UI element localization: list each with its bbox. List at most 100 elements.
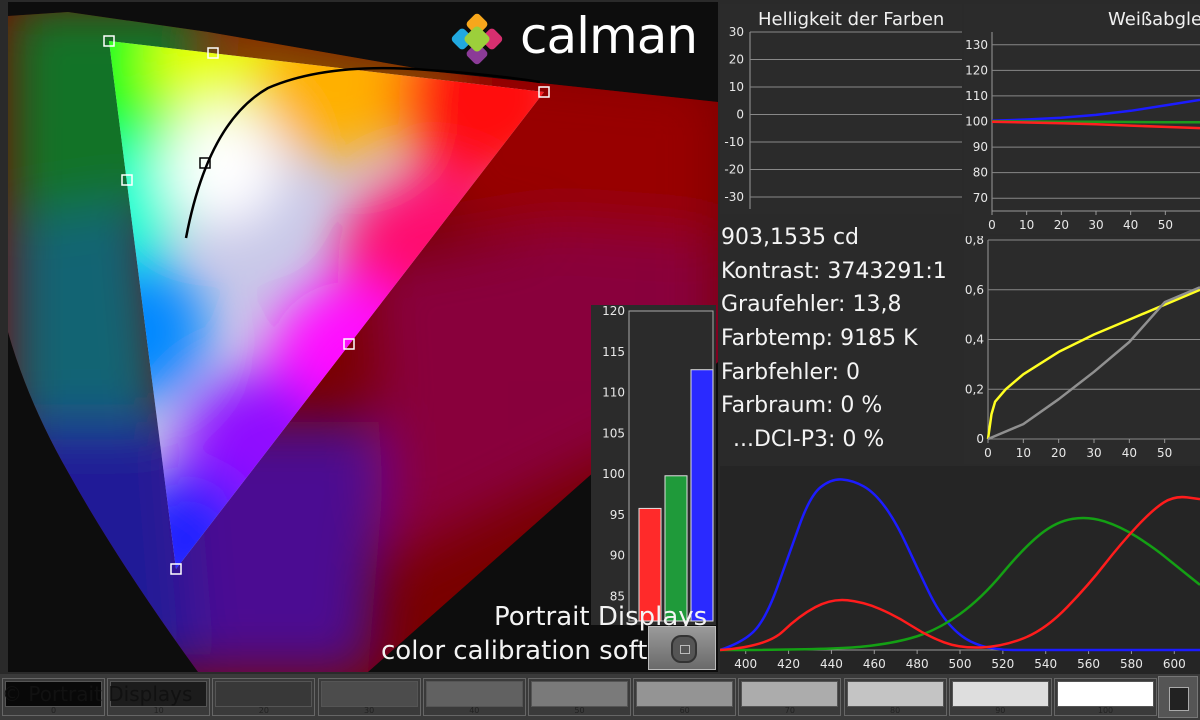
spectrum-chart-svg: 400 420 440 460 480 500 520 540 560 580 600 <box>720 478 1200 671</box>
calman-logo-text: calman <box>520 7 698 65</box>
bright-y-tick-label: -30 <box>724 190 744 204</box>
swatch-label: 10 <box>153 706 164 715</box>
grayscale-swatch-80[interactable]: 80 <box>843 678 947 716</box>
swatch-color <box>1057 681 1154 707</box>
swatch-label: 70 <box>784 706 795 715</box>
grayscale-swatch-60[interactable]: 60 <box>633 678 737 716</box>
bright-y-tick-label: -10 <box>724 135 744 149</box>
watermark-line-2: color calibration soft <box>381 636 648 666</box>
y-tick-label: 0 <box>976 432 984 446</box>
bar-y-tick-label: 110 <box>602 386 625 400</box>
spectrum-x-tick-label: 560 <box>1077 657 1100 671</box>
bar-g <box>664 475 688 622</box>
series-line-0 <box>986 288 1200 440</box>
spectrum-x-tick-label: 400 <box>734 657 757 671</box>
swatch-color <box>951 681 1049 707</box>
rgb-balance-chart: 85 90 95 100 105 110 115 120 <box>591 305 716 625</box>
grayscale-swatch-40[interactable]: 40 <box>422 678 526 716</box>
luminance-readout: 903,1535 cd <box>721 225 860 250</box>
spectrum-x-tick-label: 440 <box>820 657 843 671</box>
grayscale-swatch-90[interactable]: 90 <box>948 678 1052 716</box>
y-tick-label: 0,8 <box>965 236 984 247</box>
bright-y-tick-label: 10 <box>729 80 744 94</box>
x-tick-label: 40 <box>1123 218 1138 232</box>
color-temp-readout: Farbtemp: 9185 K <box>721 326 918 351</box>
bar-y-tick-label: 90 <box>610 549 625 563</box>
swatch-label: 60 <box>679 706 690 715</box>
spectrum-x-tick-label: 460 <box>863 657 886 671</box>
swatch-color <box>425 681 523 707</box>
gamma-chart-svg: 0,8 0,6 0,4 0,2 00 10 20 30 40 50 <box>965 236 1200 460</box>
swatch-label: 80 <box>890 706 901 715</box>
spectrum-x-tick-label: 500 <box>949 657 972 671</box>
bright-y-tick-label: 30 <box>729 25 744 39</box>
swatch-label: 0 <box>50 706 57 715</box>
spectrum-x-tick-label: 600 <box>1163 657 1186 671</box>
bar-y-tick-label: 120 <box>602 305 625 318</box>
rgb-balance-svg: 859095100105110115120 <box>602 305 714 622</box>
x-tick-label: 0 <box>988 218 996 232</box>
swatch-label: 30 <box>364 706 375 715</box>
y-tick-label: 0,2 <box>965 382 984 396</box>
color-error-readout: Farbfehler: 0 <box>721 360 861 385</box>
x-tick-label: 20 <box>1054 218 1069 232</box>
y-tick-label: 0,6 <box>965 283 984 297</box>
series-line-1 <box>987 286 1200 441</box>
x-tick-label: 30 <box>1086 446 1101 460</box>
bar-y-tick-label: 105 <box>602 426 625 440</box>
bar-y-tick-label: 100 <box>602 467 625 481</box>
y-tick-label: 90 <box>973 140 988 154</box>
y-tick-label: 120 <box>965 63 988 77</box>
spectrum-x-tick-label: 580 <box>1120 657 1143 671</box>
bar-b <box>690 369 714 622</box>
spectrum-x-tick-label: 520 <box>991 657 1014 671</box>
gray-error-readout: Graufehler: 13,8 <box>721 292 902 317</box>
bright-y-tick-label: 20 <box>729 53 744 67</box>
y-tick-label: 70 <box>973 191 988 205</box>
whitebalance-chart-panel: Weißabgle 130 120 110 100 90 80 70 0 10 20 30 40 50 <box>964 4 1200 234</box>
whitebalance-chart-svg: 130 120 110 100 90 80 700 10 20 30 40 50 <box>965 32 1200 232</box>
swatch-label: 90 <box>995 706 1006 715</box>
brightness-chart-svg: 30 20 10 0 -10 -20 -30 <box>724 25 962 209</box>
grayscale-swatch-30[interactable]: 30 <box>317 678 421 716</box>
grayscale-swatch-70[interactable]: 70 <box>738 678 842 716</box>
x-tick-label: 10 <box>1019 218 1034 232</box>
grayscale-swatch-bar: 0 10 20 30 40 50 60 70 80 90 100 © Portrait Displa… <box>0 674 1200 720</box>
bright-y-tick-label: 0 <box>736 108 744 122</box>
y-tick-label: 130 <box>965 38 988 52</box>
calman-logo-icon <box>451 13 503 65</box>
contrast-readout: Kontrast: 3743291:1 <box>721 259 947 284</box>
x-tick-label: 20 <box>1051 446 1066 460</box>
brightness-chart-panel: Helligkeit der Farben 30 20 10 0 -10 -20 -30 <box>720 4 962 214</box>
swatch-label: 100 <box>1097 706 1114 715</box>
grayscale-swatch-20[interactable]: 20 <box>212 678 316 716</box>
x-tick-label: 50 <box>1158 218 1173 232</box>
x-tick-label: 40 <box>1122 446 1137 460</box>
swatch-color <box>320 681 418 707</box>
swatch-color <box>741 681 839 707</box>
watermark-bottom: © Portrait Displays <box>2 682 193 706</box>
swatch-color <box>531 681 628 707</box>
swatch-color <box>846 681 944 707</box>
y-tick-label: 100 <box>965 115 988 129</box>
dci-p3-readout: ...DCI-P3: 0 % <box>733 427 885 452</box>
swatch-label: 50 <box>574 706 585 715</box>
swatch-color <box>215 681 313 707</box>
x-tick-label: 10 <box>1016 446 1031 460</box>
swatch-settings-button[interactable] <box>1158 676 1198 718</box>
cie-gamut-panel: calman 85 90 95 100 105 110 115 120 Portrait Di… <box>8 2 718 672</box>
grayscale-swatch-100[interactable]: 100 <box>1054 678 1157 716</box>
fullscreen-button[interactable] <box>648 626 716 670</box>
fullscreen-icon <box>671 635 697 663</box>
spectrum-x-tick-label: 420 <box>777 657 800 671</box>
spectrum-series-2 <box>720 495 1200 652</box>
y-tick-label: 0,4 <box>965 333 984 347</box>
gamma-chart-panel: 0,8 0,6 0,4 0,2 0 0 10 20 30 40 50 <box>964 236 1200 464</box>
swatch-color <box>636 681 734 707</box>
swatch-label: 40 <box>469 706 480 715</box>
spectrum-chart-panel: 400 420 440 460 480 500 520 540 560 580 600 <box>720 466 1200 674</box>
color-space-readout: Farbraum: 0 % <box>721 393 883 418</box>
grayscale-swatch-50[interactable]: 50 <box>528 678 631 716</box>
bar-y-tick-label: 95 <box>610 508 625 522</box>
x-tick-label: 50 <box>1157 446 1172 460</box>
